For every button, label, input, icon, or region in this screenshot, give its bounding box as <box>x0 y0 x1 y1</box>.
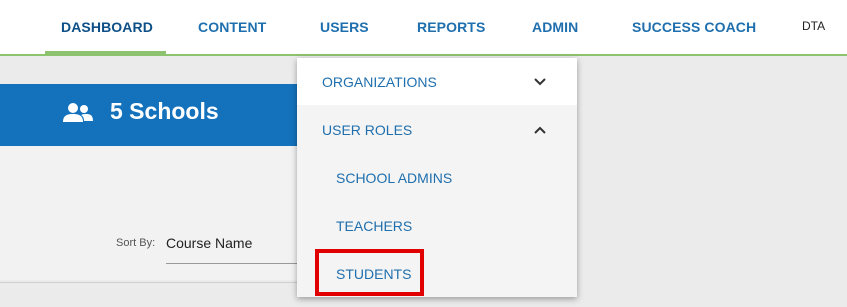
nav-success-coach[interactable]: SUCCESS COACH <box>632 0 756 54</box>
active-tab-indicator <box>45 51 166 55</box>
sort-by-select[interactable]: Course Name <box>166 235 252 251</box>
user-initials[interactable]: DTA <box>802 19 825 33</box>
sort-by-label: Sort By: <box>116 237 156 249</box>
menu-item-organizations[interactable]: ORGANIZATIONS <box>297 58 577 105</box>
nav-dashboard[interactable]: DASHBOARD <box>61 0 153 54</box>
menu-item-label: ORGANIZATIONS <box>322 73 437 90</box>
top-navigation-bar: DASHBOARD CONTENT USERS REPORTS ADMIN SU… <box>0 0 847 56</box>
users-icon <box>63 103 93 122</box>
menu-item-label: SCHOOL ADMINS <box>336 169 453 186</box>
nav-admin[interactable]: ADMIN <box>532 0 578 54</box>
menu-item-teachers[interactable]: TEACHERS <box>297 202 577 249</box>
chevron-down-icon <box>534 77 546 85</box>
menu-item-label: TEACHERS <box>336 217 413 234</box>
sort-select-underline <box>166 263 300 264</box>
nav-content[interactable]: CONTENT <box>198 0 266 54</box>
schools-count-label: 5 Schools <box>110 98 219 124</box>
menu-item-school-admins[interactable]: SCHOOL ADMINS <box>297 154 577 201</box>
schools-banner: 5 Schools <box>0 84 300 146</box>
chevron-up-icon <box>534 126 546 134</box>
section-divider <box>0 282 300 283</box>
nav-users[interactable]: USERS <box>320 0 369 54</box>
content-panel <box>0 146 300 280</box>
menu-item-label: USER ROLES <box>322 121 413 138</box>
nav-reports[interactable]: REPORTS <box>417 0 485 54</box>
highlight-box <box>315 249 424 296</box>
menu-item-user-roles[interactable]: USER ROLES <box>297 106 577 153</box>
